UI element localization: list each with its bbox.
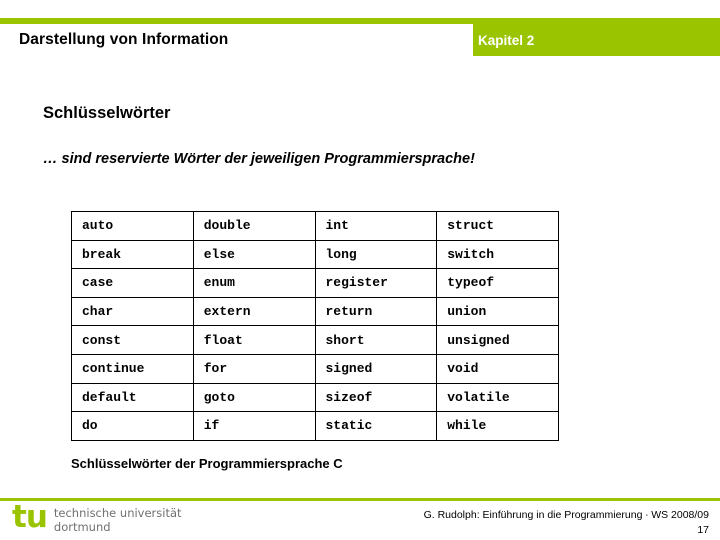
table-cell: void — [436, 353, 559, 384]
table-cell: struct — [436, 211, 559, 241]
table-cell: else — [192, 239, 316, 270]
chapter-label: Kapitel 2 — [478, 32, 535, 48]
table-cell: do — [71, 411, 194, 441]
table-cell: auto — [71, 211, 194, 241]
table-row: continue for signed void — [71, 353, 559, 384]
tu-dortmund-logo: tu technische universität dortmund — [12, 499, 182, 535]
table-row: const float short unsigned — [71, 325, 559, 355]
table-cell: float — [192, 325, 316, 355]
footer-divider — [0, 498, 720, 501]
table-cell: signed — [314, 353, 438, 384]
table-cell: volatile — [436, 382, 559, 413]
section-heading: Schlüsselwörter — [43, 104, 171, 122]
table-row: break else long switch — [71, 239, 559, 270]
section-subtitle: … sind reservierte Wörter der jeweiligen… — [43, 151, 475, 167]
page-number: 17 — [697, 524, 709, 536]
footer-meta: G. Rudolph: Einführung in die Programmie… — [424, 508, 709, 537]
table-cell: default — [71, 382, 194, 413]
keywords-table-body: auto double int struct break else long s… — [71, 211, 559, 441]
table-cell: extern — [192, 296, 316, 327]
table-cell: unsigned — [436, 325, 559, 355]
table-cell: switch — [436, 239, 559, 270]
table-cell: while — [436, 411, 559, 441]
logo-line-1: technische universität — [53, 506, 182, 520]
table-cell: enum — [192, 268, 316, 298]
table-row: auto double int struct — [71, 211, 559, 241]
footer-credit: G. Rudolph: Einführung in die Programmie… — [423, 509, 709, 521]
table-caption: Schlüsselwörter der Programmiersprache C — [71, 456, 343, 471]
slide-header: Darstellung von Information Kapitel 2 — [0, 18, 720, 56]
keywords-table: auto double int struct break else long s… — [71, 211, 559, 441]
table-cell: goto — [192, 382, 316, 413]
table-cell: union — [436, 296, 559, 327]
table-cell: static — [314, 411, 438, 441]
table-cell: return — [314, 296, 438, 327]
table-cell: break — [71, 239, 194, 270]
table-row: char extern return union — [71, 296, 559, 327]
table-cell: sizeof — [314, 382, 438, 413]
table-cell: const — [71, 325, 194, 355]
table-cell: continue — [71, 353, 194, 384]
table-cell: int — [314, 211, 438, 241]
table-cell: double — [192, 211, 316, 241]
table-cell: register — [314, 268, 438, 298]
logo-wordmark: technische universität dortmund — [54, 505, 182, 534]
header-title-band: Darstellung von Information — [0, 24, 473, 56]
logo-line-2: dortmund — [53, 519, 111, 534]
table-cell: char — [71, 296, 194, 327]
table-cell: long — [314, 239, 438, 270]
table-row: do if static while — [71, 411, 559, 441]
table-cell: for — [192, 353, 316, 384]
page-title: Darstellung von Information — [19, 31, 229, 48]
table-row: case enum register typeof — [71, 268, 559, 298]
table-row: default goto sizeof volatile — [71, 382, 559, 413]
table-cell: case — [71, 268, 194, 298]
table-cell: if — [192, 411, 316, 441]
table-cell: typeof — [436, 268, 559, 298]
tu-logo-icon: tu — [12, 499, 48, 535]
table-cell: short — [314, 325, 438, 355]
